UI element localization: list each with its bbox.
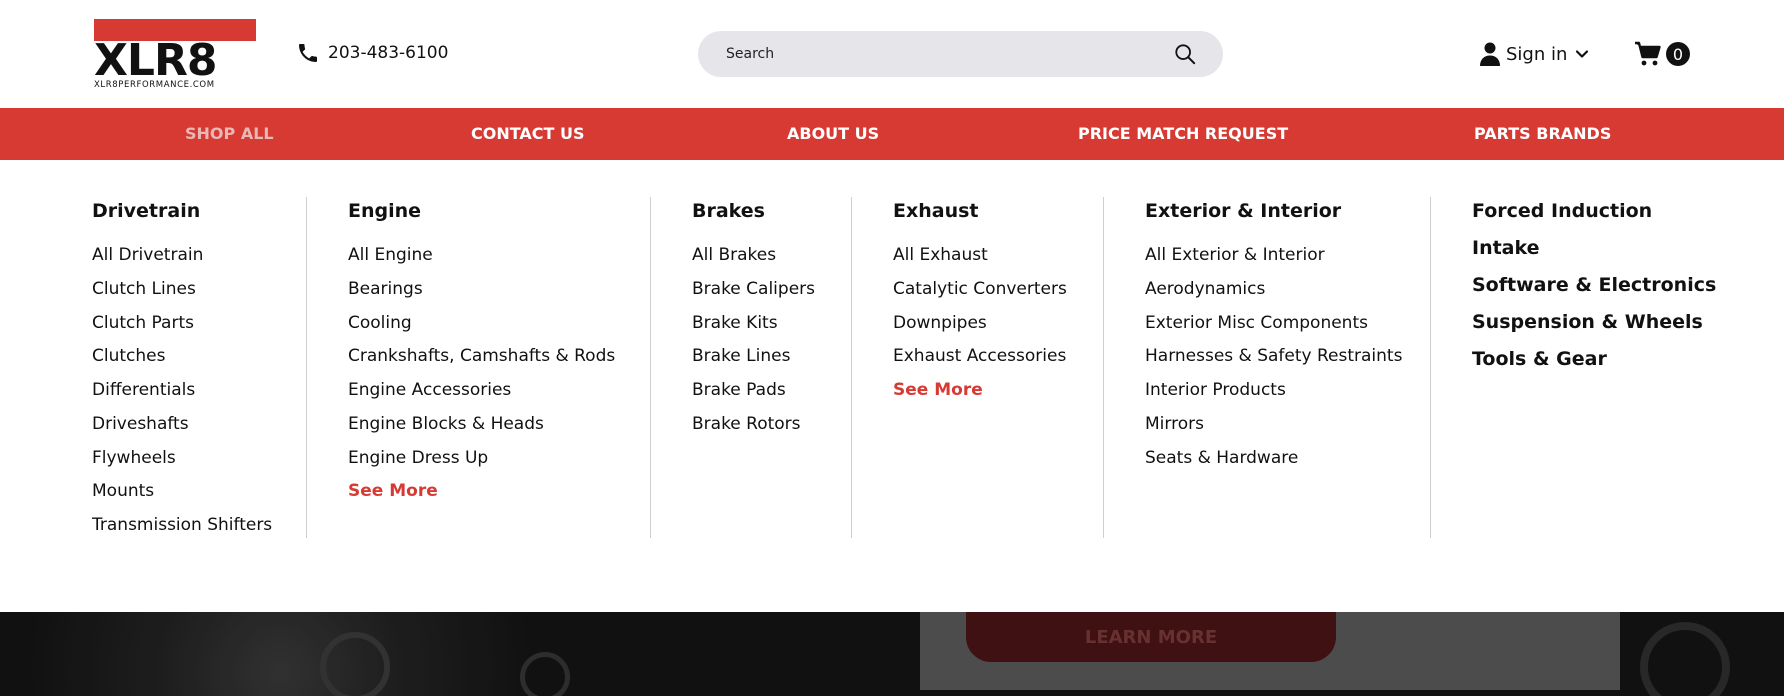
search-input[interactable] — [726, 31, 1146, 77]
menu-link[interactable]: Seats & Hardware — [1145, 448, 1298, 468]
column-heading[interactable]: Drivetrain — [92, 200, 200, 222]
cart-count-badge: 0 — [1666, 42, 1690, 66]
column-divider — [650, 197, 651, 538]
menu-link[interactable]: Interior Products — [1145, 380, 1286, 400]
menu-link[interactable]: Flywheels — [92, 448, 176, 468]
nav-shop-all[interactable]: SHOP ALL — [185, 108, 274, 160]
sign-in-label: Sign in — [1506, 43, 1568, 65]
sign-in-menu[interactable]: Sign in — [1480, 40, 1589, 68]
column-heading[interactable]: Engine — [348, 200, 421, 222]
user-icon — [1480, 42, 1500, 66]
menu-link[interactable]: Catalytic Converters — [893, 279, 1067, 299]
category-tools-gear[interactable]: Tools & Gear — [1472, 348, 1607, 370]
menu-link[interactable]: Engine Accessories — [348, 380, 511, 400]
category-software-electronics[interactable]: Software & Electronics — [1472, 274, 1716, 296]
see-more-link[interactable]: See More — [348, 481, 438, 501]
column-heading[interactable]: Brakes — [692, 200, 765, 222]
menu-link[interactable]: Brake Pads — [692, 380, 786, 400]
menu-link[interactable]: All Brakes — [692, 245, 776, 265]
menu-link[interactable]: Clutch Parts — [92, 313, 194, 333]
menu-link[interactable]: Clutch Lines — [92, 279, 196, 299]
menu-link[interactable]: Downpipes — [893, 313, 987, 333]
menu-link[interactable]: Engine Blocks & Heads — [348, 414, 544, 434]
menu-link[interactable]: All Exhaust — [893, 245, 988, 265]
menu-link[interactable]: Harnesses & Safety Restraints — [1145, 346, 1402, 366]
phone-contact[interactable]: 203-483-6100 — [296, 40, 448, 66]
menu-link[interactable]: Mounts — [92, 481, 154, 501]
nav-price-match-request[interactable]: PRICE MATCH REQUEST — [1078, 108, 1288, 160]
phone-icon — [299, 44, 317, 62]
site-header: XLR8 XLR8PERFORMANCE.COM 203-483-6100 Si… — [0, 0, 1784, 108]
search-bar — [698, 31, 1223, 77]
menu-link[interactable]: Brake Rotors — [692, 414, 801, 434]
menu-link[interactable]: All Exterior & Interior — [1145, 245, 1325, 265]
menu-link[interactable]: Exhaust Accessories — [893, 346, 1066, 366]
menu-link[interactable]: Transmission Shifters — [92, 515, 272, 535]
menu-link[interactable]: Bearings — [348, 279, 423, 299]
menu-link[interactable]: Crankshafts, Camshafts & Rods — [348, 346, 615, 366]
shop-all-mega-menu: Drivetrain All Drivetrain Clutch Lines C… — [0, 160, 1784, 612]
category-suspension-wheels[interactable]: Suspension & Wheels — [1472, 311, 1703, 333]
menu-link[interactable]: Differentials — [92, 380, 195, 400]
logo-domain: XLR8PERFORMANCE.COM — [94, 80, 215, 90]
nav-about-us[interactable]: ABOUT US — [787, 108, 879, 160]
see-more-link[interactable]: See More — [893, 380, 983, 400]
hero-banner: LEARN MORE — [0, 612, 1784, 696]
menu-link[interactable]: Clutches — [92, 346, 165, 366]
menu-link[interactable]: Driveshafts — [92, 414, 189, 434]
category-intake[interactable]: Intake — [1472, 237, 1540, 259]
menu-link[interactable]: All Drivetrain — [92, 245, 203, 265]
column-divider — [1103, 197, 1104, 538]
menu-link[interactable]: Exterior Misc Components — [1145, 313, 1368, 333]
menu-link[interactable]: Engine Dress Up — [348, 448, 488, 468]
engine-part-image — [320, 632, 390, 696]
menu-link[interactable]: Brake Lines — [692, 346, 790, 366]
nav-contact-us[interactable]: CONTACT US — [471, 108, 585, 160]
column-heading[interactable]: Exterior & Interior — [1145, 200, 1341, 222]
category-forced-induction[interactable]: Forced Induction — [1472, 200, 1652, 222]
chevron-down-icon — [1576, 50, 1589, 58]
column-divider — [1430, 197, 1431, 538]
search-icon[interactable] — [1174, 43, 1196, 65]
phone-number: 203-483-6100 — [328, 43, 449, 63]
learn-more-button[interactable]: LEARN MORE — [966, 612, 1336, 662]
menu-link[interactable]: All Engine — [348, 245, 433, 265]
nav-parts-brands[interactable]: PARTS BRANDS — [1474, 108, 1611, 160]
cart-button[interactable]: 0 — [1634, 40, 1690, 68]
menu-link[interactable]: Mirrors — [1145, 414, 1204, 434]
column-heading[interactable]: Exhaust — [893, 200, 979, 222]
column-divider — [851, 197, 852, 538]
engine-part-image — [520, 652, 570, 696]
logo-text: XLR8 — [94, 35, 217, 86]
main-nav: SHOP ALL CONTACT US ABOUT US PRICE MATCH… — [0, 108, 1784, 160]
column-divider — [306, 197, 307, 538]
menu-link[interactable]: Aerodynamics — [1145, 279, 1265, 299]
menu-link[interactable]: Cooling — [348, 313, 412, 333]
cart-icon — [1635, 41, 1661, 66]
menu-link[interactable]: Brake Kits — [692, 313, 778, 333]
site-logo[interactable]: XLR8 XLR8PERFORMANCE.COM — [94, 19, 257, 90]
menu-link[interactable]: Brake Calipers — [692, 279, 815, 299]
